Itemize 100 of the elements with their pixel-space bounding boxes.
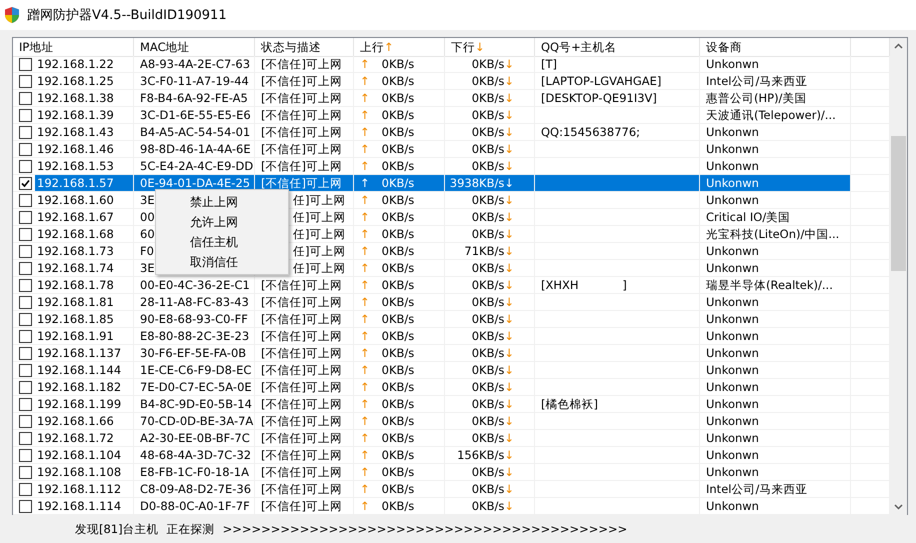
upload-cell: ↑ 0KB/s: [354, 430, 445, 447]
ip-cell[interactable]: 192.168.1.57: [35, 175, 133, 191]
checkbox[interactable]: [19, 482, 32, 496]
upload-cell: ↑ 0KB/s: [354, 209, 445, 226]
checkbox[interactable]: [19, 142, 32, 156]
host-cell: [T]: [535, 56, 700, 73]
checkbox[interactable]: [19, 58, 32, 70]
ip-cell[interactable]: 192.168.1.46: [35, 141, 133, 157]
checkbox[interactable]: [19, 194, 32, 206]
checkbox[interactable]: [19, 160, 32, 172]
status-cell: [不信任]可上网: [255, 107, 354, 124]
download-cell: 0KB/s↓: [445, 73, 535, 90]
ip-cell[interactable]: 192.168.1.74: [35, 260, 133, 276]
mac-cell: E8-80-88-2C-3E-23: [134, 328, 255, 345]
ip-cell[interactable]: 192.168.1.73: [35, 243, 133, 259]
scrollbar[interactable]: [890, 38, 907, 515]
status-cell: [不信任]可上网: [255, 345, 354, 362]
checkbox[interactable]: [19, 228, 32, 240]
ip-cell[interactable]: 192.168.1.68: [35, 226, 133, 242]
ip-cell[interactable]: 192.168.1.43: [35, 124, 133, 140]
checkbox[interactable]: [19, 380, 32, 394]
ip-cell[interactable]: 192.168.1.66: [35, 413, 133, 429]
column-header[interactable]: QQ号+主机名: [535, 38, 700, 57]
upload-cell: ↑ 0KB/s: [354, 124, 445, 141]
vendor-cell: Unkonwn: [700, 345, 851, 362]
scroll-up-icon[interactable]: [894, 43, 903, 49]
upload-cell: ↑ 0KB/s: [354, 226, 445, 243]
checkbox[interactable]: [19, 108, 32, 122]
download-cell: 0KB/s↓: [445, 141, 535, 158]
ip-cell[interactable]: 192.168.1.85: [35, 311, 133, 327]
mac-cell: 00-E0-4C-36-2E-C1: [134, 277, 255, 294]
column-header[interactable]: IP地址: [13, 38, 134, 57]
download-cell: 0KB/s↓: [445, 107, 535, 124]
checkbox[interactable]: [19, 414, 32, 428]
checkbox[interactable]: [19, 126, 32, 138]
scroll-down-icon[interactable]: [894, 504, 903, 510]
ip-cell[interactable]: 192.168.1.108: [35, 464, 133, 480]
ip-cell[interactable]: 192.168.1.25: [35, 73, 133, 89]
checkbox[interactable]: [19, 176, 32, 190]
checkbox[interactable]: [19, 92, 32, 104]
ip-cell[interactable]: 192.168.1.91: [35, 328, 133, 344]
ip-cell[interactable]: 192.168.1.114: [35, 498, 133, 514]
vendor-cell: Unkonwn: [700, 243, 851, 260]
checkbox[interactable]: [19, 312, 32, 326]
ip-cell[interactable]: 192.168.1.78: [35, 277, 133, 293]
checkbox[interactable]: [19, 244, 32, 258]
column-header[interactable]: MAC地址: [134, 38, 255, 57]
vendor-cell: Unkonwn: [700, 192, 851, 209]
ip-cell[interactable]: 192.168.1.72: [35, 430, 133, 446]
ip-cell[interactable]: 192.168.1.53: [35, 158, 133, 174]
checkbox[interactable]: [19, 500, 32, 512]
upload-cell: ↑ 0KB/s: [354, 464, 445, 481]
host-cell: [DESKTOP-QE91I3V]: [535, 90, 700, 107]
status-cell: [不信任]可上网: [255, 124, 354, 141]
ip-cell[interactable]: 192.168.1.112: [35, 481, 133, 497]
download-cell: 0KB/s↓: [445, 260, 535, 277]
checkbox[interactable]: [19, 398, 32, 410]
checkbox[interactable]: [19, 432, 32, 444]
column-header[interactable]: 设备商: [700, 38, 851, 57]
checkbox[interactable]: [19, 330, 32, 342]
mac-cell: A8-93-4A-2E-C7-63: [134, 56, 255, 73]
upload-cell: ↑ 0KB/s: [354, 260, 445, 277]
ip-cell[interactable]: 192.168.1.81: [35, 294, 133, 310]
download-cell: 0KB/s↓: [445, 430, 535, 447]
status-text: 发现[81]台主机: [75, 522, 159, 536]
ip-cell[interactable]: 192.168.1.67: [35, 209, 133, 225]
checkbox[interactable]: [19, 346, 32, 360]
ip-cell[interactable]: 192.168.1.182: [35, 379, 133, 395]
status-cell: [不信任]可上网: [255, 56, 354, 73]
status-cell: [不信任]可上网: [255, 498, 354, 515]
vendor-cell: Unkonwn: [700, 124, 851, 141]
checkbox[interactable]: [19, 74, 32, 88]
host-cell: [XHXH ]: [535, 277, 700, 294]
column-header[interactable]: 状态与描述: [255, 38, 354, 57]
ip-cell[interactable]: 192.168.1.39: [35, 107, 133, 123]
upload-cell: ↑ 0KB/s: [354, 90, 445, 107]
checkbox[interactable]: [19, 448, 32, 462]
download-cell: 0KB/s↓: [445, 481, 535, 498]
checkbox[interactable]: [19, 210, 32, 224]
ip-cell[interactable]: 192.168.1.137: [35, 345, 133, 361]
ip-cell[interactable]: 192.168.1.22: [35, 56, 133, 72]
column-header[interactable]: 上行↑: [354, 38, 445, 57]
checkbox[interactable]: [19, 278, 32, 292]
checkbox[interactable]: [19, 262, 32, 274]
host-cell: [LAPTOP-LGVAHGAE]: [535, 73, 700, 90]
checkbox[interactable]: [19, 364, 32, 376]
download-cell: 0KB/s↓: [445, 90, 535, 107]
checkbox[interactable]: [19, 296, 32, 308]
ip-cell[interactable]: 192.168.1.199: [35, 396, 133, 412]
upload-cell: ↑ 0KB/s: [354, 328, 445, 345]
checkbox[interactable]: [19, 466, 32, 478]
ip-cell[interactable]: 192.168.1.144: [35, 362, 133, 378]
window-title: 蹭网防护器V4.5--BuildID190911: [27, 7, 227, 24]
status-cell: [不信任]可上网: [255, 362, 354, 379]
download-cell: 0KB/s↓: [445, 192, 535, 209]
ip-cell[interactable]: 192.168.1.60: [35, 192, 133, 208]
scroll-thumb[interactable]: [891, 136, 906, 271]
ip-cell[interactable]: 192.168.1.104: [35, 447, 133, 463]
ip-cell[interactable]: 192.168.1.38: [35, 90, 133, 106]
column-header[interactable]: 下行↓: [445, 38, 535, 57]
